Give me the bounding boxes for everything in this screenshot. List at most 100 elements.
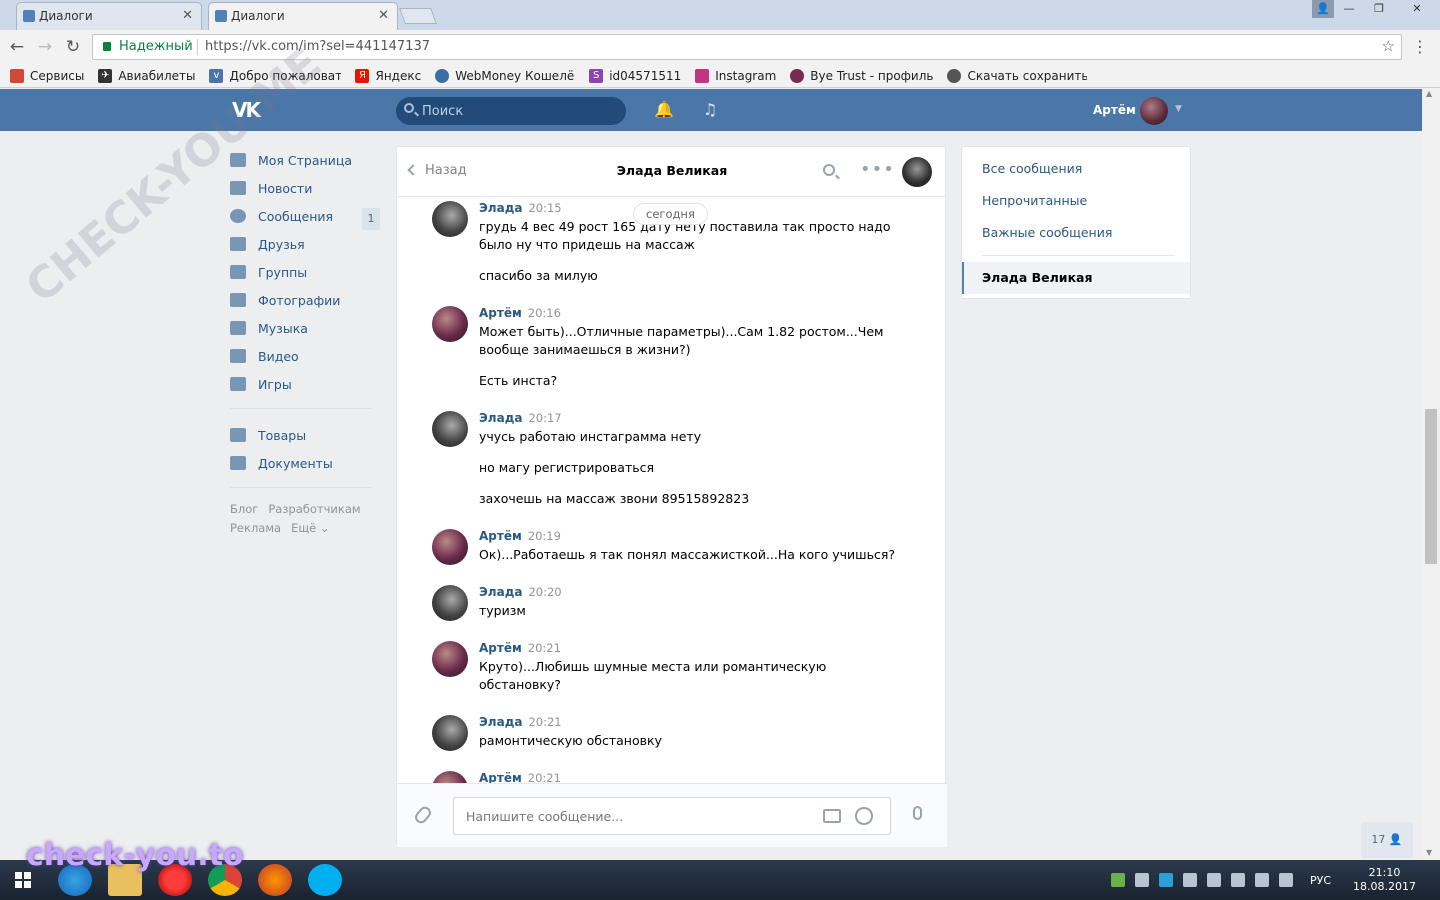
address-bar[interactable]: Надежный https://vk.com/im?sel=441147137… bbox=[92, 34, 1402, 60]
message-history[interactable]: сегодня Элада 20:15 грудь 4 вес 49 рост 1… bbox=[397, 198, 947, 783]
message-author[interactable]: Артём 20:16 bbox=[479, 306, 561, 320]
message-author[interactable]: Элада 20:21 bbox=[479, 715, 562, 729]
message-input[interactable] bbox=[466, 798, 806, 834]
scroll-down-icon[interactable]: ▼ bbox=[1426, 848, 1432, 857]
message-author[interactable]: Элада 20:15 bbox=[479, 201, 562, 215]
sidebar-item-goods[interactable]: Товары bbox=[230, 421, 380, 449]
sidebar-item-documents[interactable]: Документы bbox=[230, 449, 380, 477]
taskbar-clock[interactable]: 21:10 18.08.2017 bbox=[1353, 866, 1416, 894]
avatar[interactable] bbox=[432, 411, 468, 447]
bookmark-download[interactable]: Скачать сохранить с bbox=[947, 68, 1087, 83]
message-body: Ок)...Работаешь я так понял массажисткой… bbox=[479, 546, 899, 577]
filter-unread[interactable]: Непрочитанные bbox=[962, 185, 1190, 217]
message-author[interactable]: Элада 20:20 bbox=[479, 585, 562, 599]
footer-link-developers[interactable]: Разработчикам bbox=[268, 502, 360, 516]
avatar[interactable] bbox=[432, 715, 468, 751]
sidebar-item-groups[interactable]: Группы bbox=[230, 258, 380, 286]
new-tab-button[interactable] bbox=[399, 8, 437, 24]
volume-icon[interactable] bbox=[1278, 873, 1293, 887]
tab-close-icon[interactable]: ✕ bbox=[182, 3, 193, 29]
tray-app-icon[interactable] bbox=[1110, 873, 1125, 887]
message-author[interactable]: Элада 20:17 bbox=[479, 411, 562, 425]
sidebar-item-messages[interactable]: Сообщения 1 bbox=[230, 202, 380, 230]
music-note-icon[interactable]: ♫ bbox=[700, 100, 720, 120]
tools-icon[interactable] bbox=[1230, 873, 1245, 887]
bookmark-flights[interactable]: ✈ Авиабилеты bbox=[98, 68, 195, 83]
chevron-down-icon[interactable]: ▼ bbox=[1175, 104, 1182, 114]
close-window-button[interactable]: ✕ bbox=[1394, 0, 1440, 18]
browser-tabstrip: Диалоги ✕ Диалоги ✕ 👤 — ❐ ✕ bbox=[0, 0, 1440, 30]
bookmark-label: Instagram bbox=[715, 68, 777, 83]
sidebar-item-friends[interactable]: Друзья bbox=[230, 230, 380, 258]
bookmark-services[interactable]: Сервисы bbox=[10, 68, 84, 83]
tab-close-icon[interactable]: ✕ bbox=[378, 3, 389, 29]
avatar[interactable] bbox=[432, 585, 468, 621]
message-author[interactable]: Артём 20:19 bbox=[479, 529, 561, 543]
steam-icon[interactable] bbox=[1134, 873, 1149, 887]
tab-title: Диалоги bbox=[39, 9, 93, 23]
chat-partner-avatar[interactable] bbox=[902, 157, 932, 187]
search-input[interactable] bbox=[422, 97, 612, 125]
flag-icon[interactable] bbox=[1206, 873, 1221, 887]
page-scrollbar[interactable]: ▲ ▼ bbox=[1422, 89, 1440, 859]
avatar[interactable] bbox=[432, 201, 468, 237]
sidebar-item-games[interactable]: Игры bbox=[230, 370, 380, 398]
header-avatar[interactable] bbox=[1140, 97, 1168, 125]
network-icon[interactable] bbox=[1254, 873, 1269, 887]
online-friends-button[interactable]: 17 👤 bbox=[1361, 822, 1413, 858]
footer-link-ads[interactable]: Реклама bbox=[230, 521, 281, 535]
sidebar-item-photos[interactable]: Фотографии bbox=[230, 286, 380, 314]
forward-arrow-icon[interactable]: → bbox=[34, 36, 56, 58]
vk-search[interactable] bbox=[396, 97, 626, 125]
reload-icon[interactable]: ↻ bbox=[62, 36, 84, 58]
avatar[interactable] bbox=[432, 771, 468, 783]
message-input-box[interactable] bbox=[453, 797, 891, 835]
tray-app-icon[interactable] bbox=[1182, 873, 1197, 887]
chat-search-icon[interactable] bbox=[823, 164, 835, 176]
avatar[interactable] bbox=[432, 306, 468, 342]
url-text[interactable]: https://vk.com/im?sel=441147137 bbox=[205, 39, 430, 54]
browser-tab-1[interactable]: Диалоги ✕ bbox=[16, 2, 202, 30]
maximize-button[interactable]: ❐ bbox=[1364, 0, 1394, 18]
sidebar-item-video[interactable]: Видео bbox=[230, 342, 380, 370]
scrollbar-thumb[interactable] bbox=[1425, 409, 1437, 564]
message-author[interactable]: Артём 20:21 bbox=[479, 771, 561, 783]
footer-link-blog[interactable]: Блог bbox=[230, 502, 258, 516]
bookmark-bye-trust[interactable]: Bye Trust - профиль bbox=[790, 68, 933, 83]
bookmark-instagram[interactable]: Instagram bbox=[695, 68, 777, 83]
bookmark-yandex[interactable]: Я Яндекс bbox=[355, 68, 421, 83]
filter-important[interactable]: Важные сообщения bbox=[962, 217, 1190, 249]
browser-tab-2[interactable]: Диалоги ✕ bbox=[208, 2, 398, 30]
avatar[interactable] bbox=[432, 641, 468, 677]
header-username[interactable]: Артём bbox=[1093, 103, 1136, 117]
sidebar-item-my-page[interactable]: Моя Страница bbox=[230, 146, 380, 174]
back-arrow-icon[interactable]: ← bbox=[6, 36, 28, 58]
camera-icon[interactable] bbox=[823, 809, 841, 823]
browser-menu-icon[interactable]: ⋮ bbox=[1412, 37, 1428, 56]
filter-current-dialog[interactable]: Элада Великая bbox=[962, 262, 1190, 294]
microphone-icon[interactable] bbox=[913, 806, 922, 820]
skype-icon[interactable] bbox=[308, 864, 342, 896]
bookmark-id[interactable]: Sid04571511 bbox=[589, 68, 681, 83]
sidebar-item-music[interactable]: Музыка bbox=[230, 314, 380, 342]
more-options-icon[interactable]: ••• bbox=[860, 159, 895, 180]
profile-icon[interactable]: 👤 bbox=[1312, 0, 1334, 18]
vk-logo-icon[interactable]: VK bbox=[232, 98, 264, 122]
tray-app-icon[interactable] bbox=[1158, 873, 1173, 887]
scroll-up-icon[interactable]: ▲ bbox=[1426, 89, 1432, 98]
sidebar-item-label: Друзья bbox=[258, 236, 305, 252]
avatar[interactable] bbox=[432, 529, 468, 565]
firefox-icon[interactable] bbox=[258, 864, 292, 896]
bookmark-welcome[interactable]: v Добро пожаловать bbox=[209, 68, 341, 83]
message-author[interactable]: Артём 20:21 bbox=[479, 641, 561, 655]
filter-all-messages[interactable]: Все сообщения bbox=[962, 153, 1190, 185]
minimize-button[interactable]: — bbox=[1334, 0, 1364, 18]
attach-paperclip-icon[interactable] bbox=[412, 804, 434, 826]
footer-link-more[interactable]: Ещё ⌄ bbox=[291, 521, 329, 535]
bookmark-star-icon[interactable]: ☆ bbox=[1382, 37, 1395, 55]
notifications-bell-icon[interactable]: 🔔 bbox=[654, 100, 674, 120]
emoji-smile-icon[interactable] bbox=[855, 807, 873, 825]
sidebar-item-news[interactable]: Новости bbox=[230, 174, 380, 202]
language-indicator[interactable]: РУС bbox=[1310, 874, 1331, 887]
bookmark-webmoney[interactable]: WebMoney Кошелёк bbox=[435, 68, 575, 83]
